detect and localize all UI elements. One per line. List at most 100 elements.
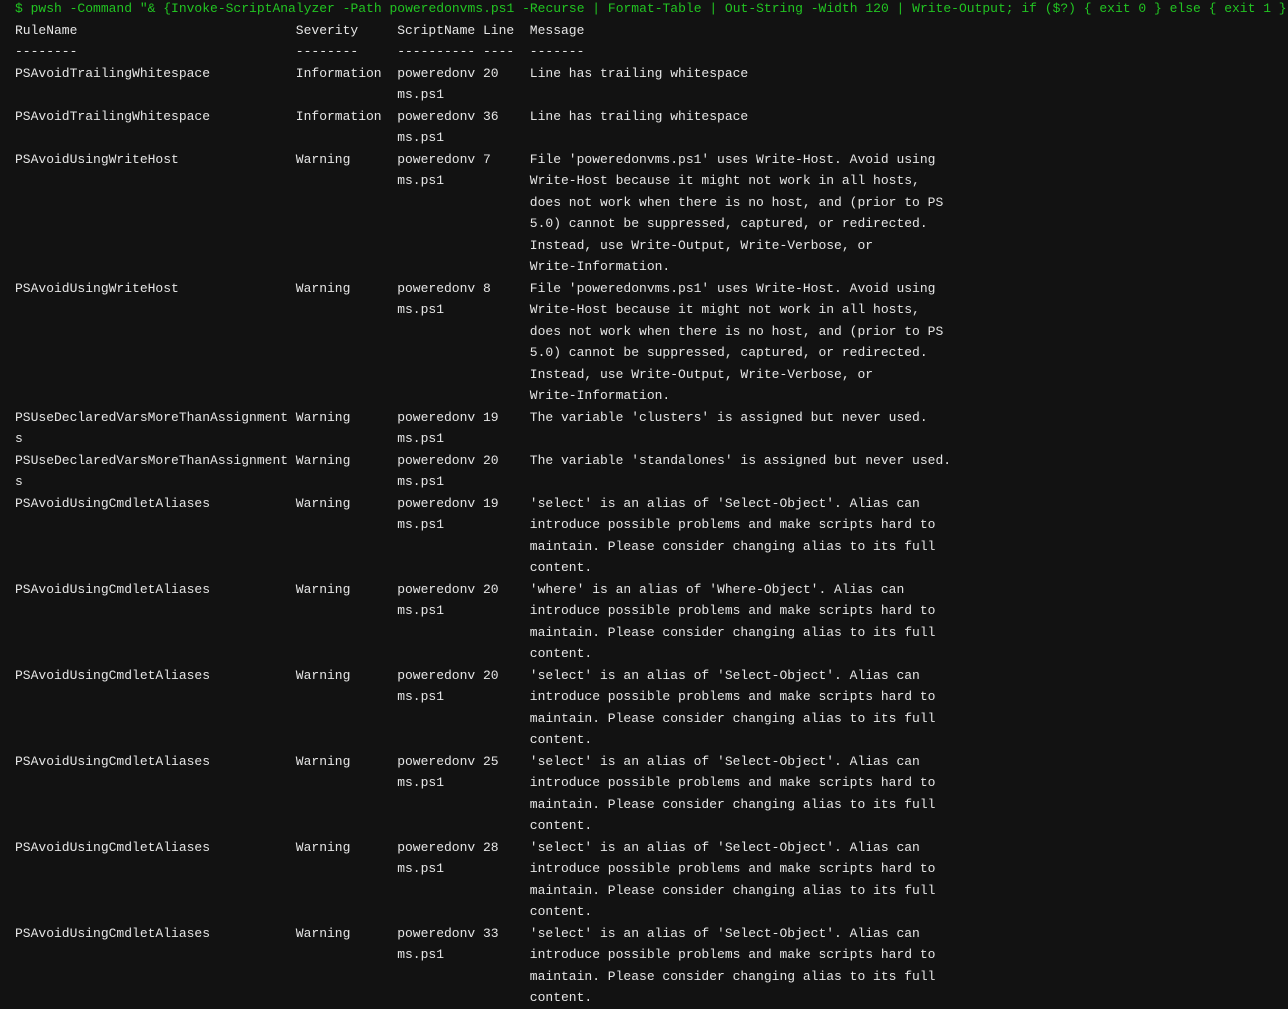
message: File 'poweredonvms.ps1' uses Write-Host.… xyxy=(529,280,936,296)
script-name: ms.ps1 xyxy=(397,603,444,618)
row-line: content. xyxy=(15,987,1287,1009)
line-number: 25 xyxy=(483,753,499,769)
severity: Warning xyxy=(295,581,351,597)
message: 'select' is an alias of 'Select-Object'.… xyxy=(529,753,920,769)
rule-name: PSUseDeclaredVarsMoreThanAssignment xyxy=(15,452,289,468)
message: maintain. Please consider changing alias… xyxy=(529,968,936,984)
severity: Information xyxy=(295,108,382,124)
line-number: 36 xyxy=(483,108,499,124)
message: 5.0) cannot be suppressed, captured, or … xyxy=(529,345,928,360)
table-header: RuleName Severity ScriptName Line Messag… xyxy=(15,20,1287,42)
message: Line has trailing whitespace xyxy=(529,65,749,81)
script-name: poweredonv xyxy=(397,753,476,769)
message: introduce possible problems and make scr… xyxy=(529,947,936,962)
rule-name: PSAvoidUsingCmdletAliases xyxy=(15,495,211,511)
script-name: poweredonv xyxy=(397,108,476,124)
message: introduce possible problems and make scr… xyxy=(529,517,936,532)
script-name: poweredonv xyxy=(397,839,476,855)
severity: Warning xyxy=(295,280,351,296)
script-name: ms.ps1 xyxy=(397,431,444,446)
script-name: poweredonv xyxy=(397,581,476,597)
table-row: PSAvoidUsingCmdletAliases Warning poweredo… xyxy=(15,579,1287,665)
line-number: 19 xyxy=(483,409,499,425)
message: 'select' is an alias of 'Select-Object'.… xyxy=(529,925,920,941)
row-line: maintain. Please consider changing alias… xyxy=(15,622,1287,644)
header-severity: Severity xyxy=(295,22,359,38)
row-line: content. xyxy=(15,557,1287,579)
rule-name: PSAvoidUsingCmdletAliases xyxy=(15,925,211,941)
row-line: maintain. Please consider changing alias… xyxy=(15,966,1287,988)
severity: Warning xyxy=(295,409,351,425)
message: introduce possible problems and make scr… xyxy=(529,689,936,704)
line-number: 20 xyxy=(483,65,499,81)
severity: Warning xyxy=(295,753,351,769)
row-line: PSAvoidTrailingWhitespace Information powe… xyxy=(15,106,1287,128)
separator-rulename: -------- xyxy=(15,44,78,59)
severity: Warning xyxy=(295,452,351,468)
header-rulename: RuleName xyxy=(15,22,78,38)
message: content. xyxy=(529,732,593,747)
rule-name: PSAvoidTrailingWhitespace xyxy=(15,108,211,124)
message: content. xyxy=(529,990,593,1005)
script-name: ms.ps1 xyxy=(397,474,444,489)
row-line: PSAvoidUsingCmdletAliases Warning poweredo… xyxy=(15,493,1287,515)
script-name: ms.ps1 xyxy=(397,87,444,102)
message: Write-Host because it might not work in … xyxy=(529,173,920,188)
message: The variable 'clusters' is assigned but … xyxy=(529,409,928,425)
line-number: 28 xyxy=(483,839,499,855)
row-line: ms.ps1 introduce possible problems and ma… xyxy=(15,944,1287,966)
message: 5.0) cannot be suppressed, captured, or … xyxy=(529,216,928,231)
row-line: does not work when there is no host, and… xyxy=(15,321,1287,343)
row-line: ms.ps1 introduce possible problems and ma… xyxy=(15,600,1287,622)
row-line: Write-Information. xyxy=(15,385,1287,407)
severity: Information xyxy=(295,65,382,81)
header-message: Message xyxy=(529,22,585,38)
rule-name: PSAvoidUsingCmdletAliases xyxy=(15,667,211,683)
script-name: poweredonv xyxy=(397,925,476,941)
rule-name: PSAvoidTrailingWhitespace xyxy=(15,65,211,81)
row-line: ms.ps1 Write-Host because it might not wo… xyxy=(15,299,1287,321)
table-row: PSUseDeclaredVarsMoreThanAssignment Warni… xyxy=(15,407,1287,450)
message: does not work when there is no host, and… xyxy=(529,323,944,339)
severity: Warning xyxy=(295,839,351,855)
script-name: poweredonv xyxy=(397,65,476,81)
table-row: PSAvoidUsingCmdletAliases Warning poweredo… xyxy=(15,493,1287,579)
row-line: ms.ps1 xyxy=(15,127,1287,149)
message: Write-Host because it might not work in … xyxy=(529,302,920,317)
row-line: content. xyxy=(15,729,1287,751)
script-name: poweredonv xyxy=(397,409,476,425)
rule-name: PSAvoidUsingWriteHost xyxy=(15,280,179,296)
row-line: ms.ps1 introduce possible problems and ma… xyxy=(15,514,1287,536)
row-line: maintain. Please consider changing alias… xyxy=(15,536,1287,558)
line-number: 20 xyxy=(483,452,499,468)
script-name: poweredonv xyxy=(397,452,476,468)
row-line: Instead, use Write-Output, Write-Verbose… xyxy=(15,364,1287,386)
script-name: ms.ps1 xyxy=(397,861,444,876)
message: Write-Information. xyxy=(529,259,671,274)
message: maintain. Please consider changing alias… xyxy=(529,796,936,812)
message: 'select' is an alias of 'Select-Object'.… xyxy=(529,495,920,511)
message: content. xyxy=(529,818,593,833)
message: maintain. Please consider changing alias… xyxy=(529,882,936,898)
command-line: $ pwsh -Command "& {Invoke-ScriptAnalyze… xyxy=(15,1,1287,16)
row-line: ms.ps1 introduce possible problems and ma… xyxy=(15,686,1287,708)
row-line: ms.ps1 introduce possible problems and ma… xyxy=(15,858,1287,880)
row-line: PSUseDeclaredVarsMoreThanAssignment Warni… xyxy=(15,450,1287,472)
table-row: PSAvoidTrailingWhitespace Information powe… xyxy=(15,106,1287,149)
script-name: ms.ps1 xyxy=(397,130,444,145)
line-number: 20 xyxy=(483,667,499,683)
rule-name: PSAvoidUsingWriteHost xyxy=(15,151,179,167)
header-separator: -------- -------- ---------- ---- ------… xyxy=(15,41,1287,63)
message: content. xyxy=(529,560,593,575)
separator-scriptname: ---------- xyxy=(397,44,476,59)
row-line: maintain. Please consider changing alias… xyxy=(15,794,1287,816)
row-line: maintain. Please consider changing alias… xyxy=(15,880,1287,902)
row-line: ms.ps1 xyxy=(15,84,1287,106)
severity: Warning xyxy=(295,667,351,683)
line-number: 7 xyxy=(483,151,491,167)
row-line: 5.0) cannot be suppressed, captured, or … xyxy=(15,342,1287,364)
header-line: Line xyxy=(483,22,515,38)
row-line: PSAvoidUsingCmdletAliases Warning poweredo… xyxy=(15,751,1287,773)
table-row: PSUseDeclaredVarsMoreThanAssignment Warni… xyxy=(15,450,1287,493)
message: introduce possible problems and make scr… xyxy=(529,603,936,618)
